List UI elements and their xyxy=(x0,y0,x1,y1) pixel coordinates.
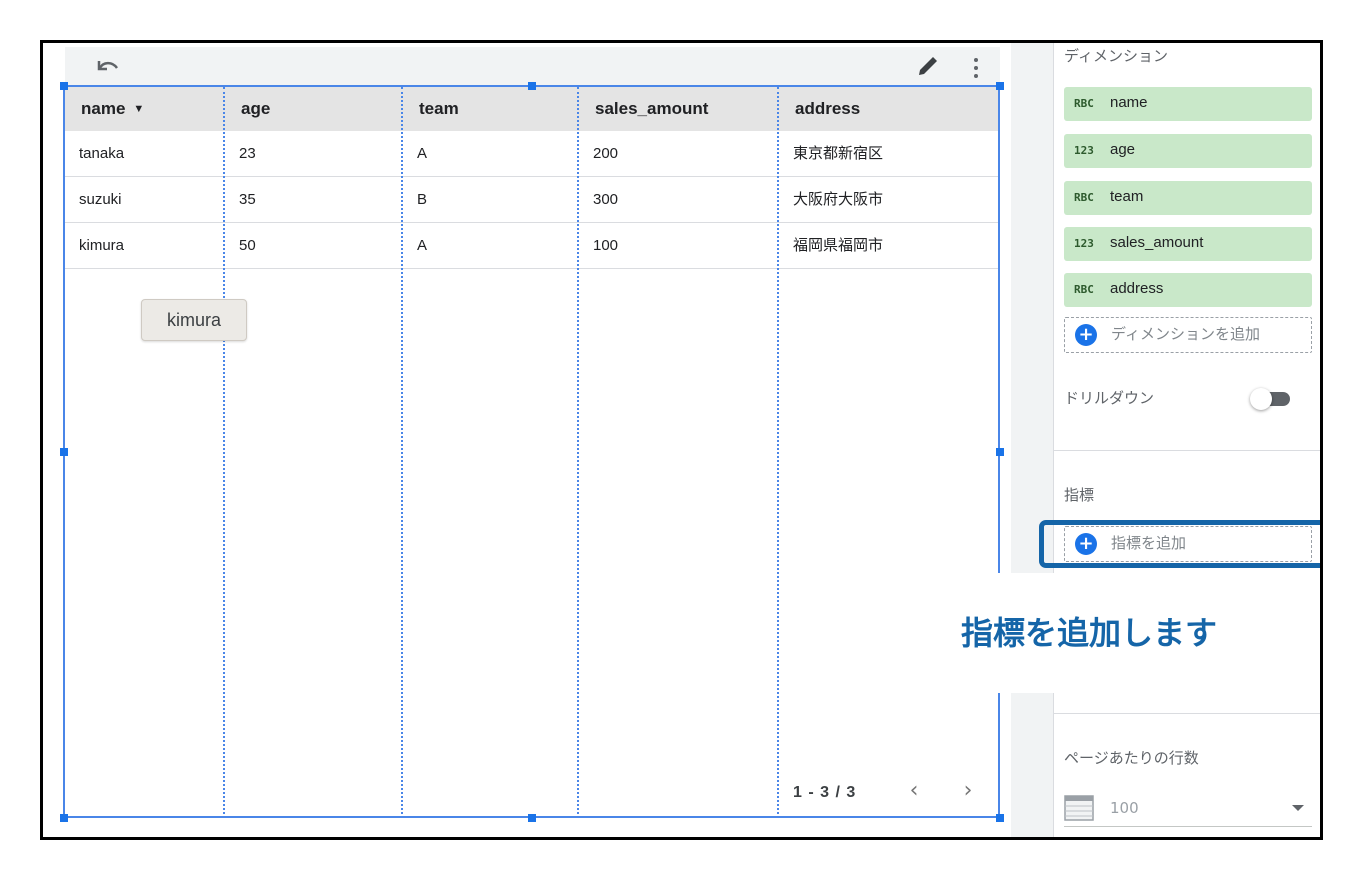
section-divider xyxy=(1054,450,1320,451)
dimension-chip-sales-amount[interactable]: 123 sales_amount xyxy=(1064,227,1312,261)
annotation-highlight-box xyxy=(1039,520,1320,568)
text-type-icon: RBC xyxy=(1074,97,1094,110)
screenshot-frame: name ▼ age team sales_amount address tana… xyxy=(40,40,1323,840)
rows-icon xyxy=(1064,795,1094,821)
dimension-section-title: ディメンション xyxy=(1064,47,1168,65)
add-dimension-button[interactable]: + ディメンションを追加 xyxy=(1064,317,1312,353)
number-type-icon: 123 xyxy=(1074,144,1094,157)
dimension-label: age xyxy=(1110,141,1136,158)
dimension-label: address xyxy=(1110,280,1164,297)
pagination-status: 1 - 3 / 3 xyxy=(793,784,857,801)
next-page-button[interactable]: › xyxy=(957,776,979,806)
resize-handle[interactable] xyxy=(60,814,68,822)
dimension-chip-name[interactable]: RBC name xyxy=(1064,87,1312,121)
text-type-icon: RBC xyxy=(1074,191,1094,204)
pencil-icon[interactable] xyxy=(915,53,941,79)
panel-gutter xyxy=(1011,43,1053,837)
resize-handle[interactable] xyxy=(996,82,1004,90)
dimension-label: team xyxy=(1110,188,1144,205)
resize-handle[interactable] xyxy=(996,814,1004,822)
caret-down-icon xyxy=(1292,805,1304,811)
dimension-chip-team[interactable]: RBC team xyxy=(1064,181,1312,215)
number-type-icon: 123 xyxy=(1074,237,1094,250)
dimension-chip-age[interactable]: 123 age xyxy=(1064,134,1312,168)
rows-per-page-title: ページあたりの行数 xyxy=(1064,749,1199,767)
previous-page-button[interactable]: ‹ xyxy=(903,776,925,806)
add-dimension-label: ディメンションを追加 xyxy=(1111,325,1260,343)
resize-handle[interactable] xyxy=(60,448,68,456)
chart-selection-outline xyxy=(63,85,1000,818)
resize-handle[interactable] xyxy=(60,82,68,90)
resize-handle[interactable] xyxy=(528,814,536,822)
dimension-label: name xyxy=(1110,94,1148,111)
text-type-icon: RBC xyxy=(1074,283,1094,296)
drilldown-toggle[interactable] xyxy=(1250,388,1294,410)
rows-per-page-select[interactable]: 100 xyxy=(1064,791,1312,827)
annotation-callout: 指標を追加します xyxy=(961,614,1218,652)
dimension-label: sales_amount xyxy=(1110,234,1204,251)
chart-toolbar xyxy=(65,47,1000,87)
dimension-chip-address[interactable]: RBC address xyxy=(1064,273,1312,307)
metric-section-title: 指標 xyxy=(1064,486,1095,504)
resize-handle[interactable] xyxy=(996,448,1004,456)
report-canvas: name ▼ age team sales_amount address tana… xyxy=(43,43,1011,837)
rows-per-page-value: 100 xyxy=(1110,799,1139,817)
toggle-knob xyxy=(1250,388,1272,410)
undo-icon[interactable] xyxy=(93,55,121,79)
section-divider xyxy=(1054,713,1320,714)
drilldown-label: ドリルダウン xyxy=(1064,389,1155,407)
plus-icon: + xyxy=(1075,324,1097,346)
cell-tooltip: kimura xyxy=(141,299,247,341)
resize-handle[interactable] xyxy=(528,82,536,90)
properties-panel: ディメンション RBC name 123 age RBC team 123 sa… xyxy=(1053,43,1320,837)
kebab-menu-icon[interactable] xyxy=(969,55,983,81)
